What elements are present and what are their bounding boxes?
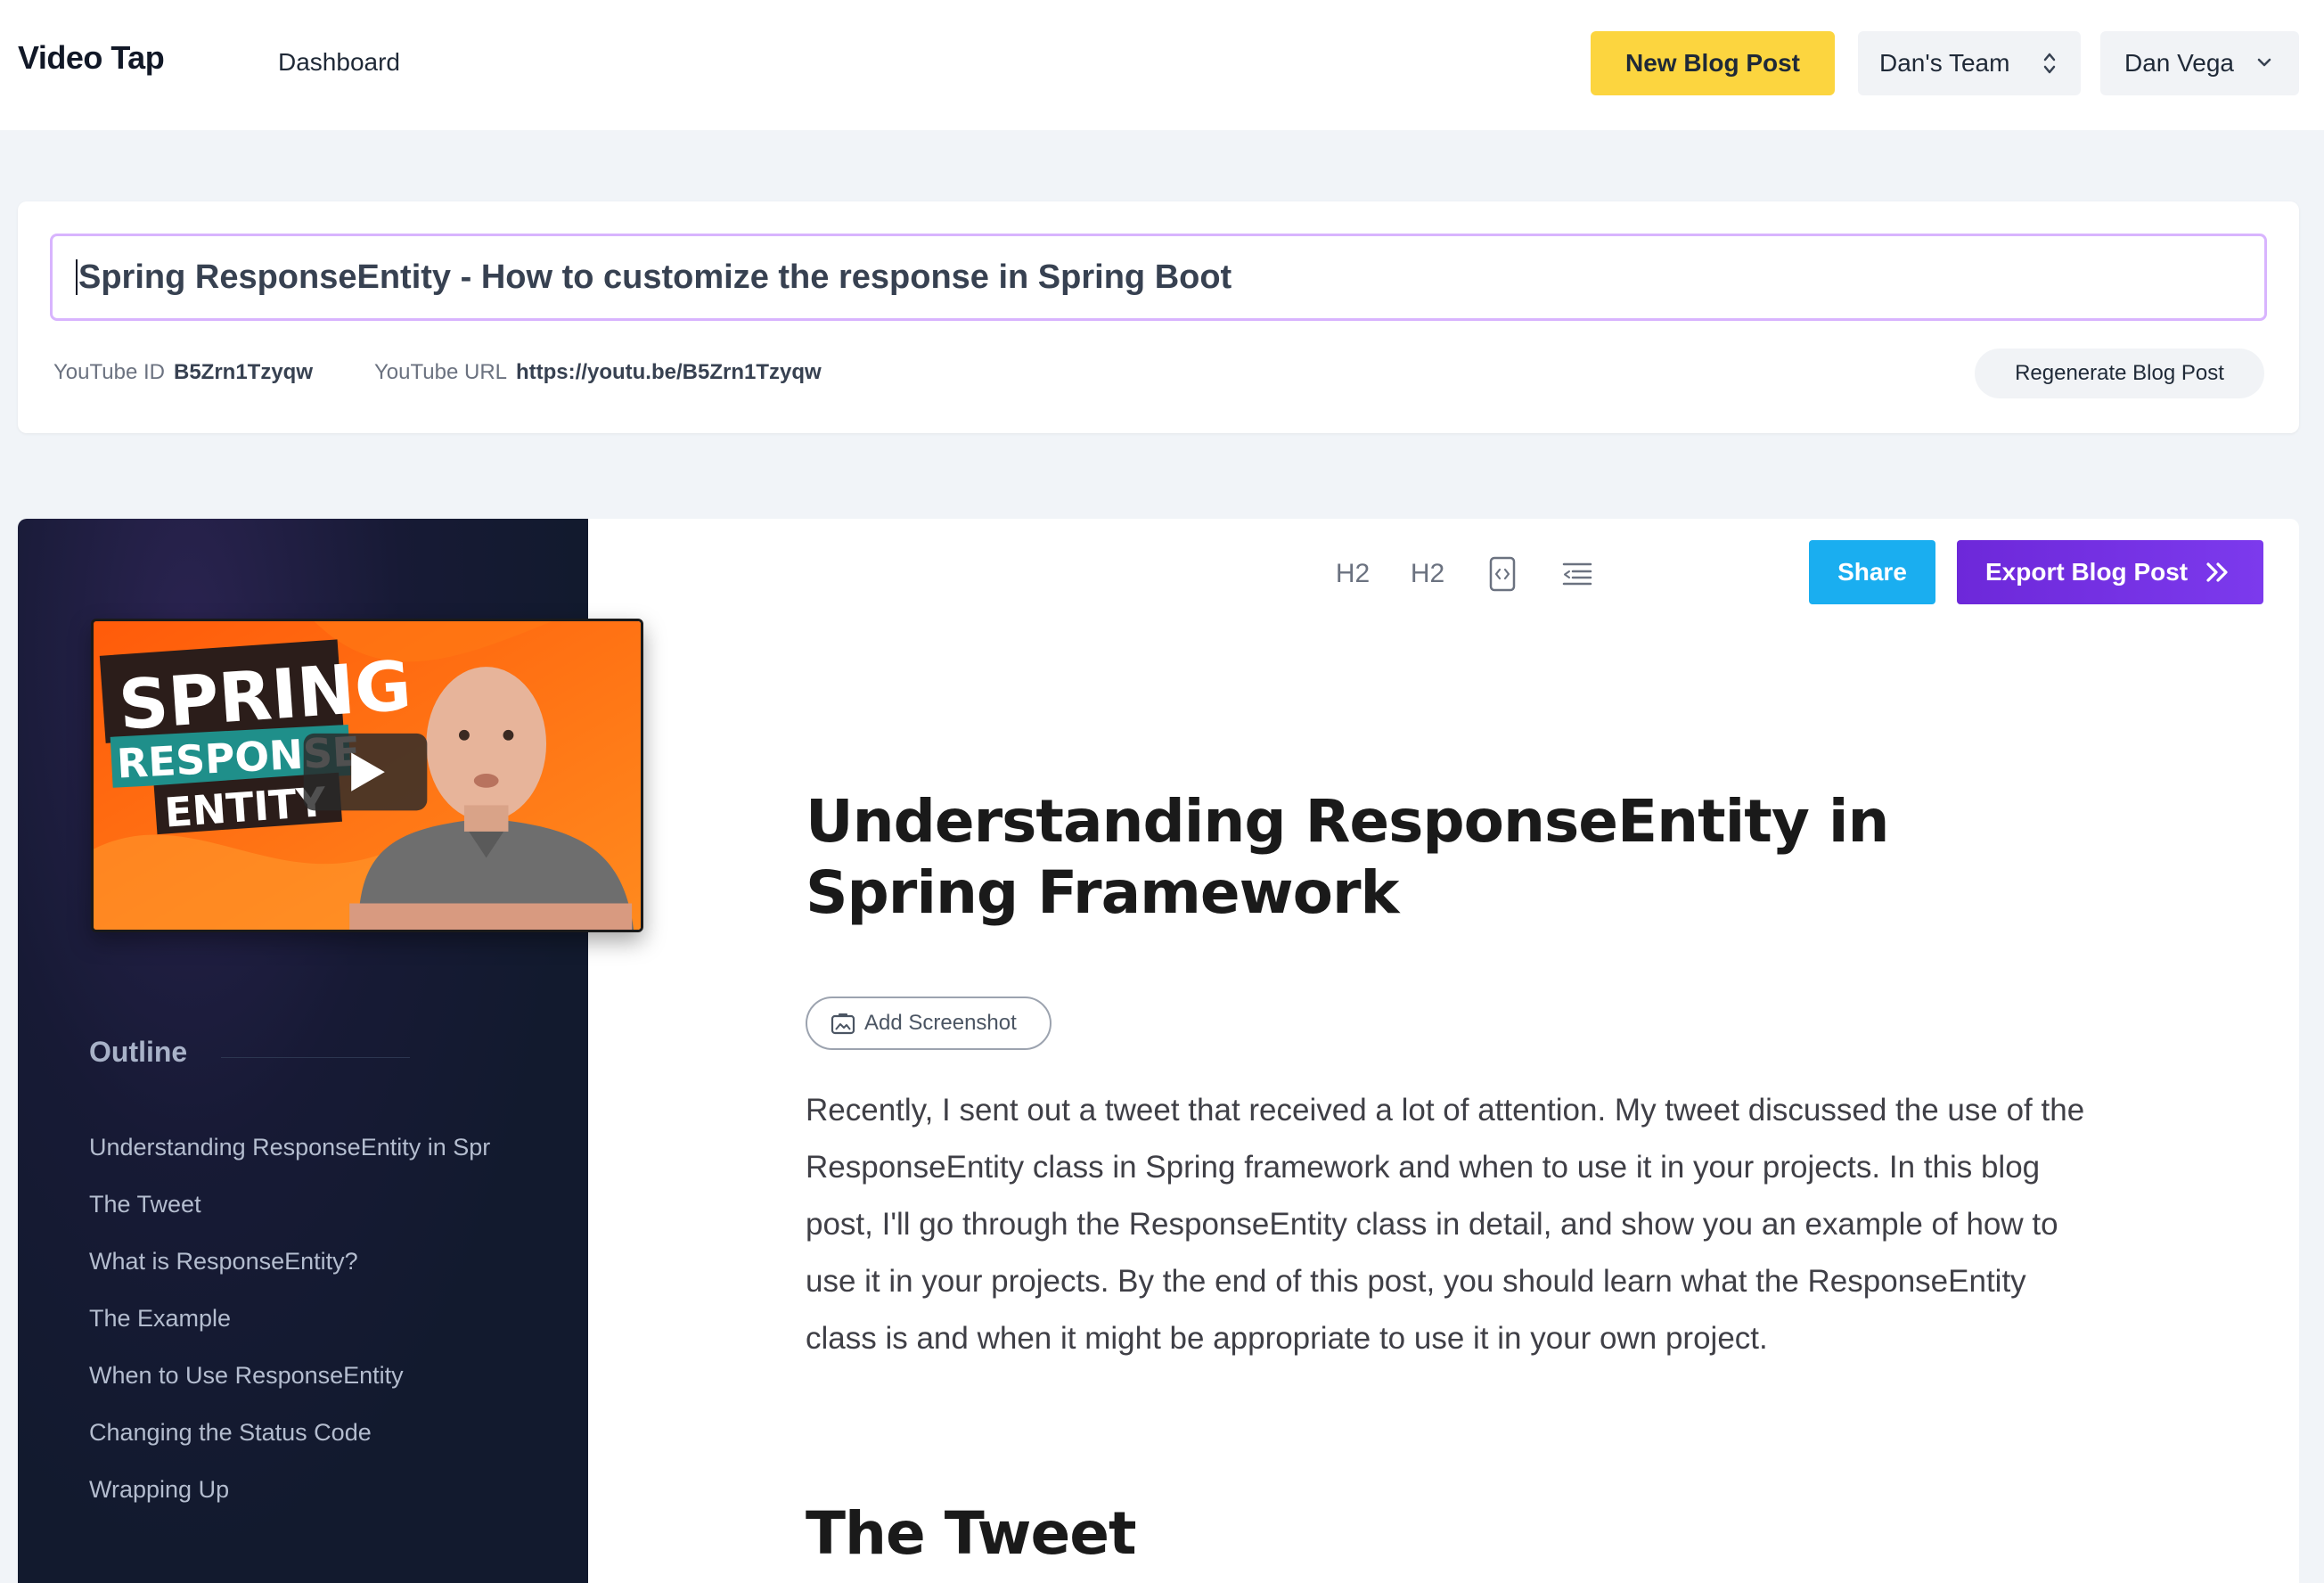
h2-icon: H2 — [1410, 559, 1445, 588]
video-thumbnail[interactable]: SPRING RESPONSE ENTITY — [91, 619, 643, 932]
youtube-url-meta: YouTube URL https://youtu.be/B5Zrn1Tzyqw — [374, 360, 822, 385]
outline-item[interactable]: When to Use ResponseEntity — [89, 1362, 552, 1419]
outline-item[interactable]: Changing the Status Code — [89, 1419, 552, 1476]
outline-item[interactable]: Understanding ResponseEntity in Spr — [89, 1134, 552, 1191]
regenerate-blog-post-button[interactable]: Regenerate Blog Post — [1975, 349, 2264, 398]
outline-list-button[interactable] — [1554, 551, 1600, 597]
content-paragraph[interactable]: Recently, I sent out a tweet that receiv… — [806, 1082, 2089, 1367]
code-block-button[interactable] — [1479, 551, 1526, 597]
text-caret — [76, 259, 78, 295]
content-heading-2[interactable]: The Tweet — [806, 1499, 1137, 1568]
user-menu-label: Dan Vega — [2124, 49, 2234, 77]
outline-list: Understanding ResponseEntity in Spr The … — [89, 1134, 552, 1533]
outline-sidebar: SPRING RESPONSE ENTITY Outline Understan… — [18, 519, 643, 1583]
team-selector-label: Dan's Team — [1879, 49, 2010, 77]
add-screenshot-button[interactable]: Add Screenshot — [806, 997, 1052, 1050]
user-menu[interactable]: Dan Vega — [2100, 31, 2299, 95]
youtube-id-value: B5Zrn1Tzyqw — [173, 360, 314, 384]
heading-h2-button[interactable]: H2 — [1330, 551, 1376, 597]
new-blog-post-button[interactable]: New Blog Post — [1591, 31, 1835, 95]
chevron-up-down-icon — [2043, 53, 2056, 74]
youtube-id-label: YouTube ID — [53, 360, 165, 384]
list-indent-icon — [1562, 562, 1592, 586]
add-screenshot-label: Add Screenshot — [864, 1011, 1017, 1035]
post-title-input[interactable]: Spring ResponseEntity - How to customize… — [50, 234, 2267, 321]
outline-item[interactable]: What is ResponseEntity? — [89, 1248, 552, 1305]
h2-icon: H2 — [1335, 559, 1371, 588]
outline-heading: Outline — [89, 1036, 188, 1068]
outline-item[interactable]: The Tweet — [89, 1191, 552, 1248]
youtube-url-value[interactable]: https://youtu.be/B5Zrn1Tzyqw — [516, 360, 822, 384]
team-selector[interactable]: Dan's Team — [1858, 31, 2081, 95]
nav-dashboard-link[interactable]: Dashboard — [278, 48, 400, 77]
youtube-url-label: YouTube URL — [374, 360, 507, 384]
post-title-card: Spring ResponseEntity - How to customize… — [18, 201, 2299, 433]
editor-main: H2 H2 Share Export Blog Post Understandi… — [588, 519, 2299, 1583]
heading-h2-alt-button[interactable]: H2 — [1404, 551, 1451, 597]
outline-item[interactable]: The Example — [89, 1305, 552, 1362]
share-button[interactable]: Share — [1809, 540, 1935, 604]
image-icon — [831, 1013, 855, 1035]
chevrons-right-icon — [2206, 562, 2228, 582]
outline-item[interactable]: Wrapping Up — [89, 1476, 552, 1533]
brand-logo[interactable]: Video Tap — [18, 39, 165, 77]
code-file-icon — [1489, 556, 1516, 592]
chevron-down-icon — [2257, 58, 2271, 67]
play-button[interactable] — [303, 733, 428, 811]
export-blog-post-button[interactable]: Export Blog Post — [1957, 540, 2263, 604]
export-label: Export Blog Post — [1985, 558, 2189, 586]
content-heading-1[interactable]: Understanding ResponseEntity in Spring F… — [806, 786, 2035, 929]
editor-panel: SPRING RESPONSE ENTITY Outline Understan… — [18, 519, 2299, 1583]
top-nav: Video Tap Dashboard New Blog Post Dan's … — [0, 0, 2324, 130]
outline-divider — [221, 1057, 410, 1058]
post-title-value: Spring ResponseEntity - How to customize… — [78, 258, 1232, 296]
youtube-id-meta: YouTube ID B5Zrn1Tzyqw — [53, 360, 313, 385]
